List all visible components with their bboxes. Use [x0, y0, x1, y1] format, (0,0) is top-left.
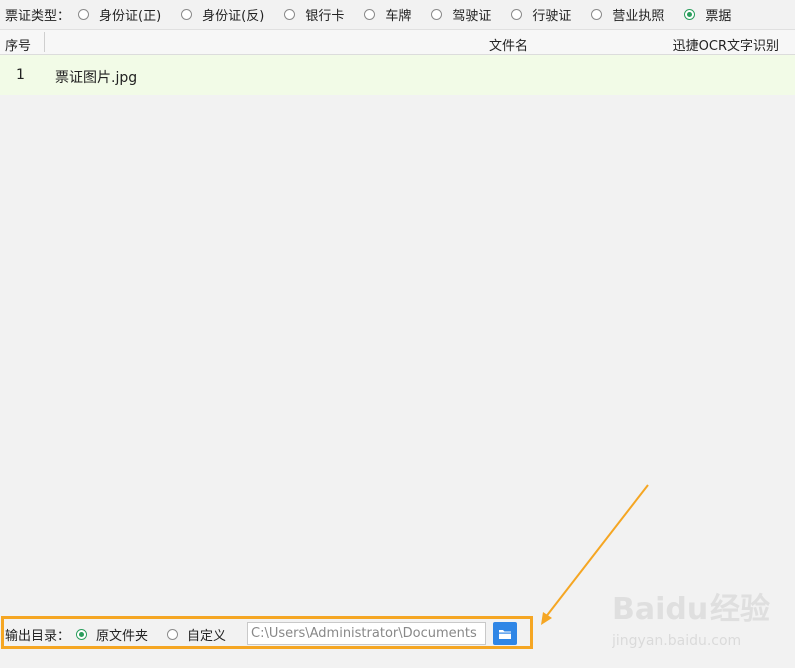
radio-label[interactable]: 行驶证	[532, 5, 571, 24]
ticket-type-bar: 票证类型： 身份证(正) 身份证(反) 银行卡 车牌 驾驶证 行驶证 营业执照 …	[0, 0, 795, 29]
watermark-brand-cn: 经验	[710, 592, 770, 627]
column-header-ocr[interactable]: 迅捷OCR文字识别	[673, 35, 779, 54]
column-divider[interactable]	[44, 32, 45, 52]
radio-button[interactable]	[181, 9, 193, 20]
radio-label[interactable]: 营业执照	[612, 5, 664, 24]
radio-label[interactable]: 票据	[705, 5, 731, 24]
row-index: 1	[16, 67, 25, 83]
radio-label[interactable]: 银行卡	[305, 5, 344, 24]
table-row[interactable]: 1 票证图片.jpg	[0, 55, 795, 95]
highlight-frame	[1, 616, 533, 649]
baidu-watermark: Baidu 经验 jingyan.baidu.com	[612, 592, 770, 649]
radio-button-checked[interactable]	[684, 9, 696, 20]
ticket-type-label: 票证类型：	[5, 9, 71, 24]
radio-button[interactable]	[364, 9, 376, 20]
radio-option-license-plate[interactable]: 车牌	[364, 5, 431, 24]
radio-option-id-back[interactable]: 身份证(反)	[181, 5, 284, 24]
row-filename: 票证图片.jpg	[55, 70, 138, 86]
radio-button[interactable]	[78, 9, 90, 20]
table-header: 序号 文件名 迅捷OCR文字识别	[0, 29, 795, 55]
radio-button[interactable]	[284, 9, 296, 20]
watermark-url: jingyan.baidu.com	[612, 633, 741, 649]
radio-label[interactable]: 身份证(正)	[99, 5, 161, 24]
radio-option-receipt[interactable]: 票据	[684, 5, 751, 24]
watermark-brand: Baidu	[612, 592, 708, 627]
radio-option-vehicle-license[interactable]: 行驶证	[511, 5, 591, 24]
radio-button[interactable]	[591, 9, 603, 20]
annotation-arrow	[541, 484, 649, 625]
radio-option-business-license[interactable]: 营业执照	[591, 5, 684, 24]
radio-option-bank-card[interactable]: 银行卡	[284, 5, 364, 24]
radio-option-driver-license[interactable]: 驾驶证	[431, 5, 511, 24]
radio-option-id-front[interactable]: 身份证(正)	[78, 5, 181, 24]
radio-button[interactable]	[431, 9, 443, 20]
radio-button[interactable]	[511, 9, 523, 20]
radio-label[interactable]: 车牌	[385, 5, 411, 24]
column-header-index[interactable]: 序号	[5, 35, 31, 54]
radio-label[interactable]: 身份证(反)	[202, 5, 264, 24]
file-list: 1 票证图片.jpg	[0, 55, 795, 95]
radio-label[interactable]: 驾驶证	[452, 5, 491, 24]
column-header-filename[interactable]: 文件名	[489, 35, 528, 54]
